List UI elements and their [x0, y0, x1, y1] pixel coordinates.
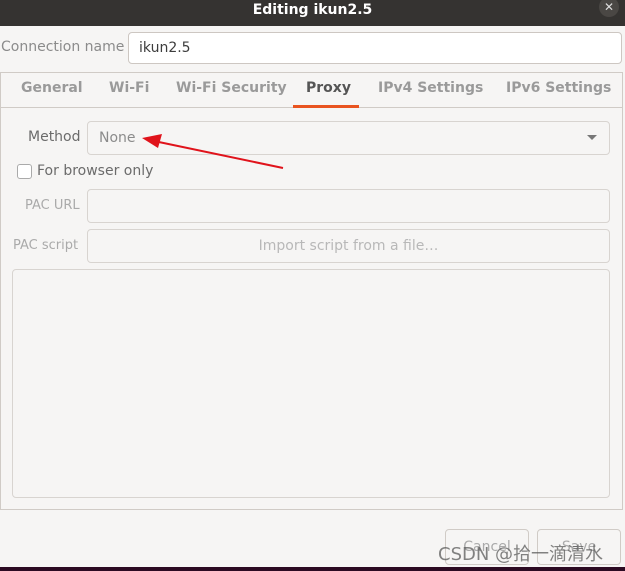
connection-name-value: ikun2.5: [139, 40, 191, 56]
import-script-label: Import script from a file…: [258, 238, 439, 254]
tab-ipv6[interactable]: IPv6 Settings: [506, 80, 611, 96]
browser-only-label: For browser only: [37, 163, 154, 179]
connection-name-input[interactable]: ikun2.5: [128, 32, 622, 64]
tab-proxy[interactable]: Proxy: [306, 80, 351, 96]
red-arrow-annotation: [142, 134, 284, 169]
pac-script-textarea[interactable]: [12, 269, 610, 498]
close-icon[interactable]: ✕: [599, 0, 619, 17]
chevron-down-icon: [587, 135, 597, 140]
connection-name-label: Connection name: [1, 39, 125, 55]
method-value: None: [99, 130, 136, 146]
watermark: CSDN @拾一滴清水: [438, 544, 604, 565]
window-title: Editing ikun2.5: [252, 2, 373, 18]
tab-ipv4[interactable]: IPv4 Settings: [378, 80, 483, 96]
pac-url-input[interactable]: [87, 189, 610, 223]
desktop-edge: [0, 567, 625, 571]
active-tab-indicator: [293, 105, 359, 108]
method-label: Method: [28, 129, 81, 145]
pac-url-label: PAC URL: [25, 198, 80, 213]
tab-wifi-security[interactable]: Wi-Fi Security: [176, 80, 287, 96]
tab-wifi[interactable]: Wi-Fi: [109, 80, 149, 96]
pac-script-label: PAC script: [13, 238, 79, 253]
tab-general[interactable]: General: [21, 80, 83, 96]
browser-only-checkbox[interactable]: [17, 164, 32, 179]
title-bar: Editing ikun2.5 ✕: [0, 0, 625, 26]
import-script-button[interactable]: Import script from a file…: [87, 229, 610, 263]
